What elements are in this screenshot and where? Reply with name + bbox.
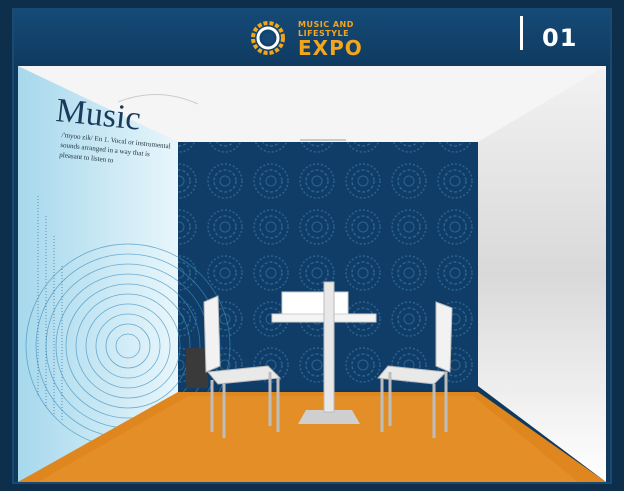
- header-divider: [520, 16, 523, 50]
- expo-logo: MUSIC AND LIFESTYLE EXPO: [246, 18, 406, 58]
- booth-number: 01: [542, 24, 578, 52]
- booth-render: Music /'myoo zik/ En 1. Vocal or instrum…: [18, 66, 606, 482]
- header-bar: MUSIC AND LIFESTYLE EXPO 01: [14, 10, 610, 64]
- sunburst-icon: [251, 21, 285, 55]
- logo-line1: MUSIC AND: [298, 20, 354, 29]
- booth-card: MUSIC AND LIFESTYLE EXPO 01 Music /'myoo…: [12, 8, 612, 484]
- logo-line3: EXPO: [298, 36, 363, 60]
